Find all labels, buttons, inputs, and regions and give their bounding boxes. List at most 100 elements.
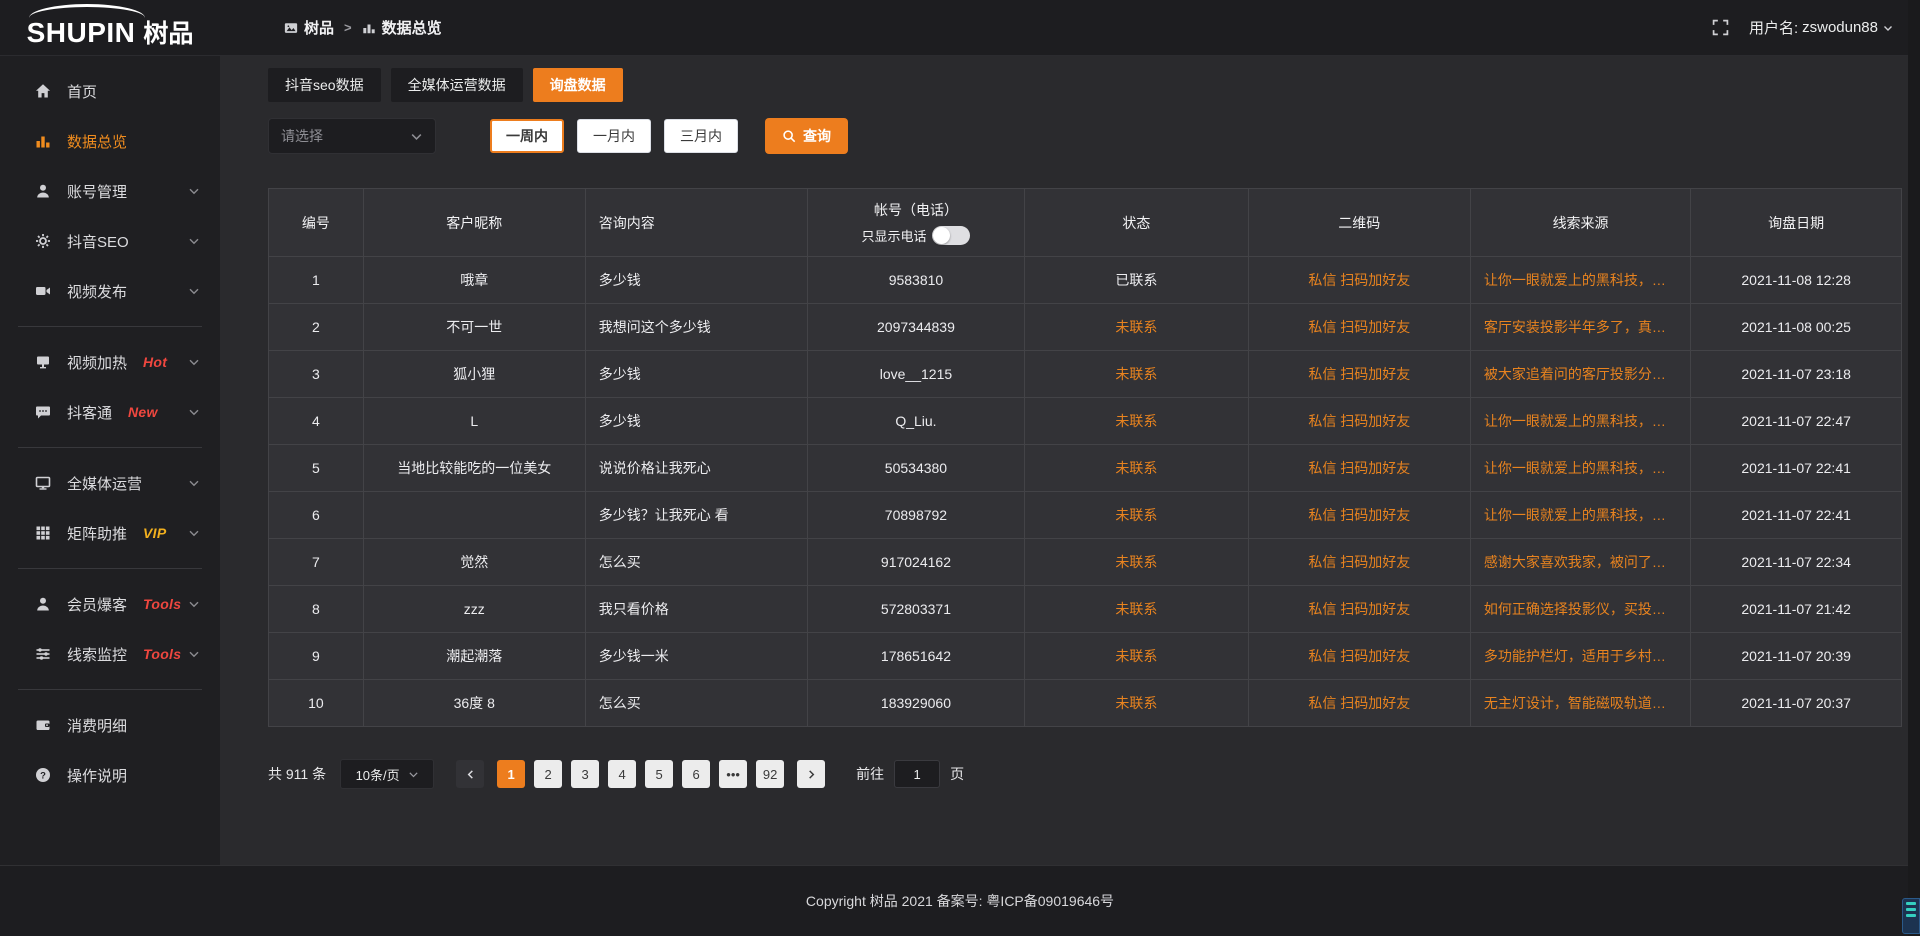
cell-id: 8 — [269, 586, 364, 633]
cell-qrcode-link[interactable]: 私信 扫码加好友 — [1248, 633, 1470, 680]
phone-only-toggle[interactable] — [932, 226, 970, 245]
cell-content: 怎么买 — [585, 680, 807, 727]
fullscreen-icon[interactable] — [1712, 19, 1729, 36]
sidebar-item-member-burst[interactable]: 会员爆客 Tools — [0, 579, 220, 629]
sidebar-item-matrix-boost[interactable]: 矩阵助推 VIP — [0, 508, 220, 558]
cell-qrcode-link[interactable]: 私信 扫码加好友 — [1248, 351, 1470, 398]
cell-nickname: 36度 8 — [363, 680, 585, 727]
sidebar: 首页 数据总览 账号管理 抖音SEO 视频发布 — [0, 56, 220, 865]
header-source: 线索来源 — [1470, 189, 1690, 257]
sidebar-item-douketong[interactable]: 抖客通 New — [0, 387, 220, 437]
data-tabs: 抖音seo数据 全媒体运营数据 询盘数据 — [268, 68, 1902, 102]
table-row: 2 不可一世 我想问这个多少钱 2097344839 未联系 私信 扫码加好友 … — [269, 304, 1902, 351]
goto-page: 前往 页 — [856, 760, 964, 788]
cell-source-link[interactable]: 如何正确选择投影仪，买投影... — [1470, 586, 1690, 633]
cell-qrcode-link[interactable]: 私信 扫码加好友 — [1248, 257, 1470, 304]
mid-section: 首页 数据总览 账号管理 抖音SEO 视频发布 — [0, 56, 1920, 865]
cell-id: 1 — [269, 257, 364, 304]
breadcrumb-home[interactable]: 树品 — [284, 17, 334, 38]
period-buttons: 一周内 一月内 三月内 — [490, 119, 738, 153]
floating-widget[interactable] — [1902, 898, 1920, 934]
cell-nickname: 当地比较能吃的一位美女 — [363, 445, 585, 492]
cell-account: 9583810 — [807, 257, 1024, 304]
cell-qrcode-link[interactable]: 私信 扫码加好友 — [1248, 586, 1470, 633]
question-circle-icon: ? — [34, 767, 52, 783]
page-size-select[interactable]: 10条/页 — [340, 759, 434, 789]
cell-account: 50534380 — [807, 445, 1024, 492]
page-button-6[interactable]: 6 — [682, 760, 710, 788]
page-button-5[interactable]: 5 — [645, 760, 673, 788]
sidebar-item-clue-monitor[interactable]: 线索监控 Tools — [0, 629, 220, 679]
period-month-button[interactable]: 一月内 — [577, 119, 651, 153]
period-week-button[interactable]: 一周内 — [490, 119, 564, 153]
table-row: 6 多少钱？让我死心 看 70898792 未联系 私信 扫码加好友 让你一眼就… — [269, 492, 1902, 539]
tab-omni-media-data[interactable]: 全媒体运营数据 — [391, 68, 523, 102]
cell-qrcode-link[interactable]: 私信 扫码加好友 — [1248, 398, 1470, 445]
cell-qrcode-link[interactable]: 私信 扫码加好友 — [1248, 445, 1470, 492]
cell-date: 2021-11-07 21:42 — [1691, 586, 1902, 633]
sidebar-item-label: 矩阵助推 — [67, 523, 127, 544]
page-button-2[interactable]: 2 — [534, 760, 562, 788]
sidebar-item-account-management[interactable]: 账号管理 — [0, 166, 220, 216]
inquiry-table-wrap: 编号 客户昵称 咨询内容 帐号（电话） 只显示电话 状态 — [268, 188, 1902, 727]
account-select[interactable]: 请选择 — [268, 118, 436, 154]
cell-source-link[interactable]: 让你一眼就爱上的黑科技，能... — [1470, 398, 1690, 445]
logo-arc-decoration — [29, 4, 145, 18]
sidebar-item-label: 线索监控 — [67, 644, 127, 665]
cell-status: 未联系 — [1025, 586, 1249, 633]
brand-logo[interactable]: SHUPIN 树品 — [0, 6, 220, 50]
cell-source-link[interactable]: 无主灯设计，智能磁吸轨道灯... — [1470, 680, 1690, 727]
badge-tools: Tools — [143, 596, 181, 612]
sidebar-item-data-overview[interactable]: 数据总览 — [0, 116, 220, 166]
page-button-1[interactable]: 1 — [497, 760, 525, 788]
cell-qrcode-link[interactable]: 私信 扫码加好友 — [1248, 680, 1470, 727]
cell-source-link[interactable]: 让你一眼就爱上的黑科技，能... — [1470, 492, 1690, 539]
cell-source-link[interactable]: 多功能护栏灯，适用于乡村文... — [1470, 633, 1690, 680]
period-quarter-button[interactable]: 三月内 — [664, 119, 738, 153]
cell-qrcode-link[interactable]: 私信 扫码加好友 — [1248, 492, 1470, 539]
sidebar-item-instructions[interactable]: ? 操作说明 — [0, 750, 220, 800]
sidebar-item-video-heating[interactable]: 视频加热 Hot — [0, 337, 220, 387]
cell-source-link[interactable]: 让你一眼就爱上的黑科技，能... — [1470, 257, 1690, 304]
cell-account: 2097344839 — [807, 304, 1024, 351]
scrollbar-track[interactable] — [1908, 0, 1920, 936]
cell-qrcode-link[interactable]: 私信 扫码加好友 — [1248, 304, 1470, 351]
cell-source-link[interactable]: 被大家追着问的客厅投影分享... — [1470, 351, 1690, 398]
page-ellipsis-button[interactable]: ••• — [719, 760, 747, 788]
tab-douyin-seo-data[interactable]: 抖音seo数据 — [268, 68, 381, 102]
cell-source-link[interactable]: 客厅安装投影半年多了，真实... — [1470, 304, 1690, 351]
sidebar-divider — [18, 689, 202, 690]
search-button[interactable]: 查询 — [765, 118, 848, 154]
goto-page-input[interactable] — [894, 760, 940, 788]
cell-source-link[interactable]: 感谢大家喜欢我家，被问了好... — [1470, 539, 1690, 586]
breadcrumb-current-label: 数据总览 — [382, 17, 442, 38]
svg-text:?: ? — [40, 770, 46, 781]
user-menu[interactable]: 用户名: zswodun88 — [1749, 17, 1894, 38]
prev-page-button[interactable] — [456, 760, 484, 788]
table-row: 3 狐小狸 多少钱 love__1215 未联系 私信 扫码加好友 被大家追着问… — [269, 351, 1902, 398]
sidebar-item-douyin-seo[interactable]: 抖音SEO — [0, 216, 220, 266]
page-button-4[interactable]: 4 — [608, 760, 636, 788]
cell-content: 多少钱 — [585, 257, 807, 304]
header-date: 询盘日期 — [1691, 189, 1902, 257]
page-size-value: 10条/页 — [356, 765, 400, 784]
breadcrumb-current[interactable]: 数据总览 — [362, 17, 442, 38]
bar-chart-icon — [362, 21, 376, 35]
sidebar-item-consumption-detail[interactable]: 消费明细 — [0, 700, 220, 750]
page-button-92[interactable]: 92 — [756, 760, 784, 788]
next-page-button[interactable] — [797, 760, 825, 788]
home-icon — [34, 83, 52, 99]
cell-source-link[interactable]: 让你一眼就爱上的黑科技，能... — [1470, 445, 1690, 492]
cell-date: 2021-11-07 22:41 — [1691, 492, 1902, 539]
cell-id: 5 — [269, 445, 364, 492]
cell-qrcode-link[interactable]: 私信 扫码加好友 — [1248, 539, 1470, 586]
cell-status: 未联系 — [1025, 680, 1249, 727]
sidebar-item-video-publish[interactable]: 视频发布 — [0, 266, 220, 316]
sidebar-item-home[interactable]: 首页 — [0, 66, 220, 116]
username-value: zswodun88 — [1802, 19, 1878, 36]
sidebar-item-omni-media[interactable]: 全媒体运营 — [0, 458, 220, 508]
user-icon — [34, 183, 52, 199]
tab-inquiry-data[interactable]: 询盘数据 — [533, 68, 623, 102]
breadcrumb-separator: > — [344, 20, 352, 35]
page-button-3[interactable]: 3 — [571, 760, 599, 788]
